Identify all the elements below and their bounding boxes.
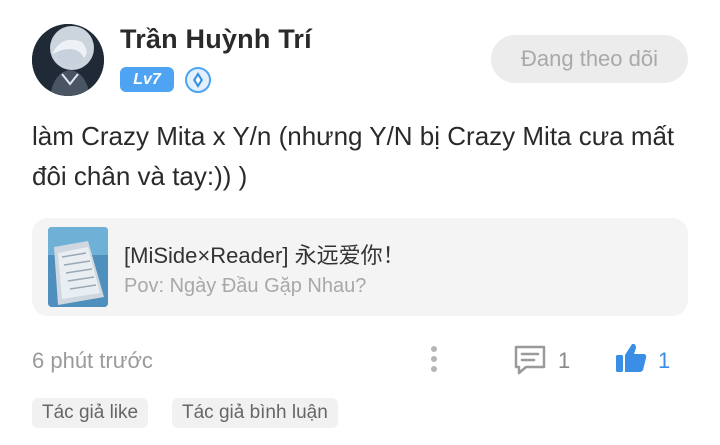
book-card[interactable]: [MiSide×Reader] 永远爱你！ Pov: Ngày Đầu Gặp …: [32, 218, 688, 316]
book-cover: [48, 227, 108, 307]
comment-count: 1: [558, 348, 571, 373]
book-subtitle: Pov: Ngày Đầu Gặp Nhau?: [124, 275, 367, 297]
username[interactable]: Trần Huỳnh Trí: [120, 24, 312, 55]
post-text: làm Crazy Mita x Y/n (nhưng Y/N bị Crazy…: [32, 121, 675, 191]
more-vertical-icon[interactable]: [426, 344, 442, 374]
post-time: 6 phút trước: [32, 348, 153, 373]
comment-icon[interactable]: [512, 343, 548, 375]
vip-badge-icon: [185, 67, 211, 93]
tag-author-commented: Tác giả bình luận: [172, 398, 338, 428]
book-title: [MiSide×Reader] 永远爱你！: [124, 243, 405, 268]
level-badge: Lv7: [120, 67, 174, 92]
following-button[interactable]: Đang theo dõi: [491, 35, 688, 83]
thumbs-up-icon[interactable]: [614, 341, 648, 375]
like-count: 1: [658, 348, 671, 373]
avatar[interactable]: [32, 24, 104, 96]
tag-author-liked: Tác giả like: [32, 398, 149, 428]
